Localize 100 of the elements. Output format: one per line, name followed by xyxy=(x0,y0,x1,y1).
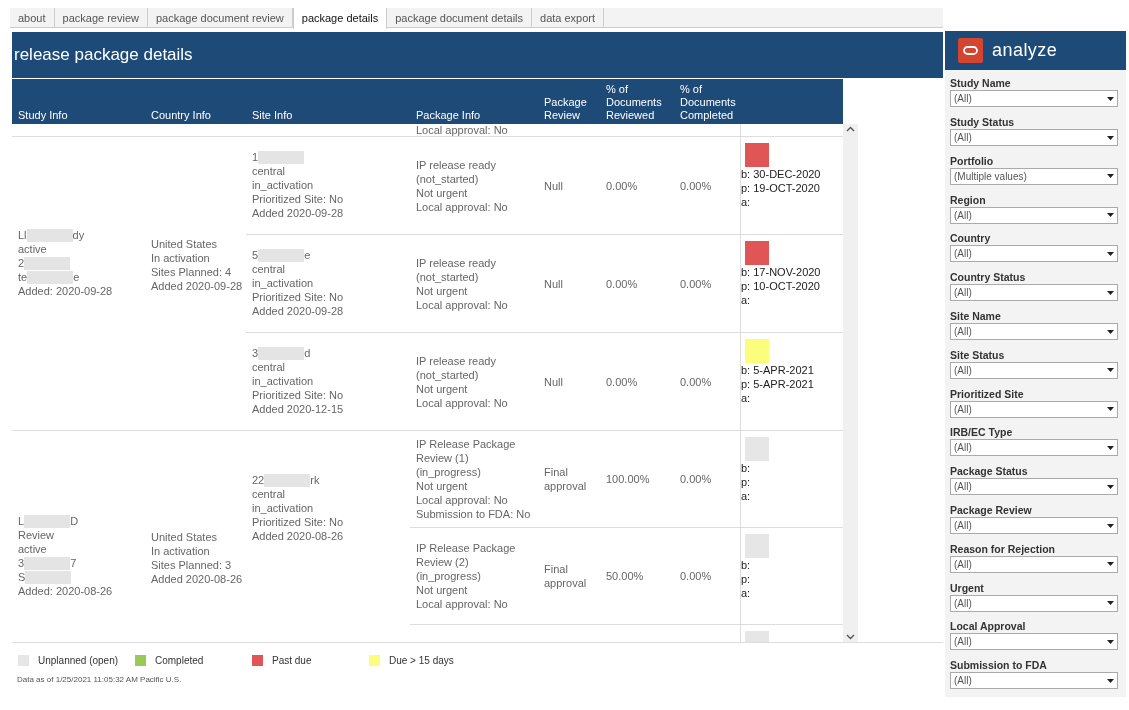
date-line: p: 19-OCT-2020 xyxy=(741,181,821,195)
text-fragment: 1 xyxy=(252,150,259,166)
filter-dropdown[interactable]: (All) xyxy=(950,555,1118,573)
tab[interactable]: package document details xyxy=(387,8,533,28)
filter-label: Package Status xyxy=(950,464,1029,479)
text-fragment: 22 xyxy=(252,472,265,488)
caret-icon xyxy=(1107,562,1114,567)
filter-label: Prioritized Site xyxy=(950,386,1025,401)
caret-icon xyxy=(1107,639,1114,644)
text-line: Local approval: No xyxy=(416,199,508,214)
filter-dropdown[interactable]: (All) xyxy=(950,129,1118,147)
text-line: Added 2020-08-26 xyxy=(151,571,244,585)
filter-label: Reason for Rejection xyxy=(950,541,1057,556)
text-line: Added 2020-09-28 xyxy=(151,278,244,292)
blurred-text xyxy=(24,257,71,270)
filter-dropdown[interactable]: (All) xyxy=(950,323,1118,341)
text-line: central xyxy=(252,486,286,502)
text-line: United States xyxy=(151,236,219,250)
data-timestamp: Data as of 1/25/2021 11:05:32 AM Pacific U.S. xyxy=(16,674,183,686)
filter-label: Portfolio xyxy=(950,153,995,168)
legend-label: Completed xyxy=(155,653,204,668)
filter-dropdown[interactable]: (All) xyxy=(950,517,1118,534)
caret-icon xyxy=(1107,368,1114,373)
text-fragment: Ll xyxy=(18,228,27,244)
blurred-text xyxy=(27,271,74,284)
scroll-down-icon[interactable] xyxy=(846,634,855,640)
column-header: Site Info xyxy=(252,109,293,122)
text-line: In activation xyxy=(151,543,211,557)
text-line: Added 2020-08-26 xyxy=(252,528,344,544)
tab[interactable]: package review xyxy=(54,8,148,28)
text-line: in_activation xyxy=(252,500,314,516)
text-line: Local approval: No xyxy=(416,597,508,611)
filter-dropdown[interactable]: (All) xyxy=(950,633,1118,651)
caret-icon xyxy=(1107,251,1114,256)
filter-dropdown[interactable]: (All) xyxy=(950,90,1118,108)
column-header: % of Documents Reviewed xyxy=(606,83,663,122)
tab[interactable]: about xyxy=(10,8,55,28)
text-line: In activation xyxy=(151,250,211,264)
text-line: (in_progress) xyxy=(416,465,481,479)
filter-dropdown[interactable]: (All) xyxy=(950,594,1118,612)
cell-value: 0.00% xyxy=(680,472,712,486)
caret-icon xyxy=(1107,678,1114,683)
text-line: Added 2020-09-28 xyxy=(252,206,344,222)
cell-value: Null xyxy=(544,276,563,291)
filter-dropdown[interactable]: (All) xyxy=(950,439,1118,457)
scrollbar[interactable] xyxy=(843,124,858,642)
caret-icon xyxy=(1107,135,1114,140)
date-line: p: 5-APR-2021 xyxy=(741,377,815,391)
text-line: Prioritized Site: No xyxy=(252,192,344,208)
text-line: Not urgent xyxy=(416,381,468,396)
filter-dropdown[interactable]: (All) xyxy=(950,361,1118,379)
date-line: b: 5-APR-2021 xyxy=(741,363,815,377)
date-line: a: xyxy=(741,391,752,405)
column-header: Package Info xyxy=(416,109,481,122)
blurred-text xyxy=(25,571,72,584)
filter-dropdown[interactable]: (Multiple values) xyxy=(950,167,1118,185)
date-line: p: 10-OCT-2020 xyxy=(741,279,821,293)
date-line: a: xyxy=(741,489,752,503)
text-line: Added 2020-12-15 xyxy=(252,402,344,418)
text-line: central xyxy=(252,360,286,376)
tab[interactable]: data export xyxy=(532,8,605,28)
tab[interactable]: package details xyxy=(292,8,388,29)
text-fragment: d xyxy=(304,346,311,362)
filter-label: Country Status xyxy=(950,270,1027,285)
text-line: Sites Planned: 4 xyxy=(151,264,233,278)
text-line: Prioritized Site: No xyxy=(252,388,344,404)
tab[interactable]: package document review xyxy=(147,8,293,28)
logo-icon xyxy=(958,38,983,64)
caret-icon xyxy=(1107,213,1114,218)
text-fragment: dy xyxy=(72,228,85,244)
filter-label: Local Approval xyxy=(950,619,1027,634)
filter-dropdown[interactable]: (All) xyxy=(950,206,1118,224)
scroll-up-icon[interactable] xyxy=(846,126,855,132)
text-line: central xyxy=(252,262,286,278)
cell-value: Final approval xyxy=(544,465,588,493)
date-line: b: xyxy=(741,461,752,475)
text-line: Review xyxy=(18,528,55,544)
brand-name: analyze xyxy=(992,39,1058,63)
date-line: a: xyxy=(741,293,752,307)
filter-dropdown[interactable]: (All) xyxy=(950,245,1118,263)
date-line: b: 30-DEC-2020 xyxy=(741,167,822,181)
cell-value: 0.00% xyxy=(606,276,638,291)
filter-dropdown[interactable]: (All) xyxy=(950,400,1118,418)
text-line: Local approval: No xyxy=(416,124,508,136)
filter-dropdown[interactable]: (All) xyxy=(950,672,1118,690)
blurred-text xyxy=(24,515,71,528)
text-fragment: e xyxy=(73,270,80,286)
filter-dropdown[interactable]: (All) xyxy=(950,478,1118,496)
text-line: Review (1) xyxy=(416,451,469,465)
column-header: % of Documents Completed xyxy=(680,83,737,122)
legend-label: Due > 15 days xyxy=(389,653,454,668)
text-line: in_activation xyxy=(252,276,314,292)
text-line: Review (2) xyxy=(416,555,469,569)
text-fragment: 3 xyxy=(18,556,25,572)
filter-label: Site Status xyxy=(950,347,1006,362)
filter-label: Package Review xyxy=(950,503,1033,517)
filter-label: Study Name xyxy=(950,76,1012,91)
text-fragment: L xyxy=(18,514,25,530)
filter-dropdown[interactable]: (All) xyxy=(950,284,1118,302)
blurred-text xyxy=(26,229,73,242)
